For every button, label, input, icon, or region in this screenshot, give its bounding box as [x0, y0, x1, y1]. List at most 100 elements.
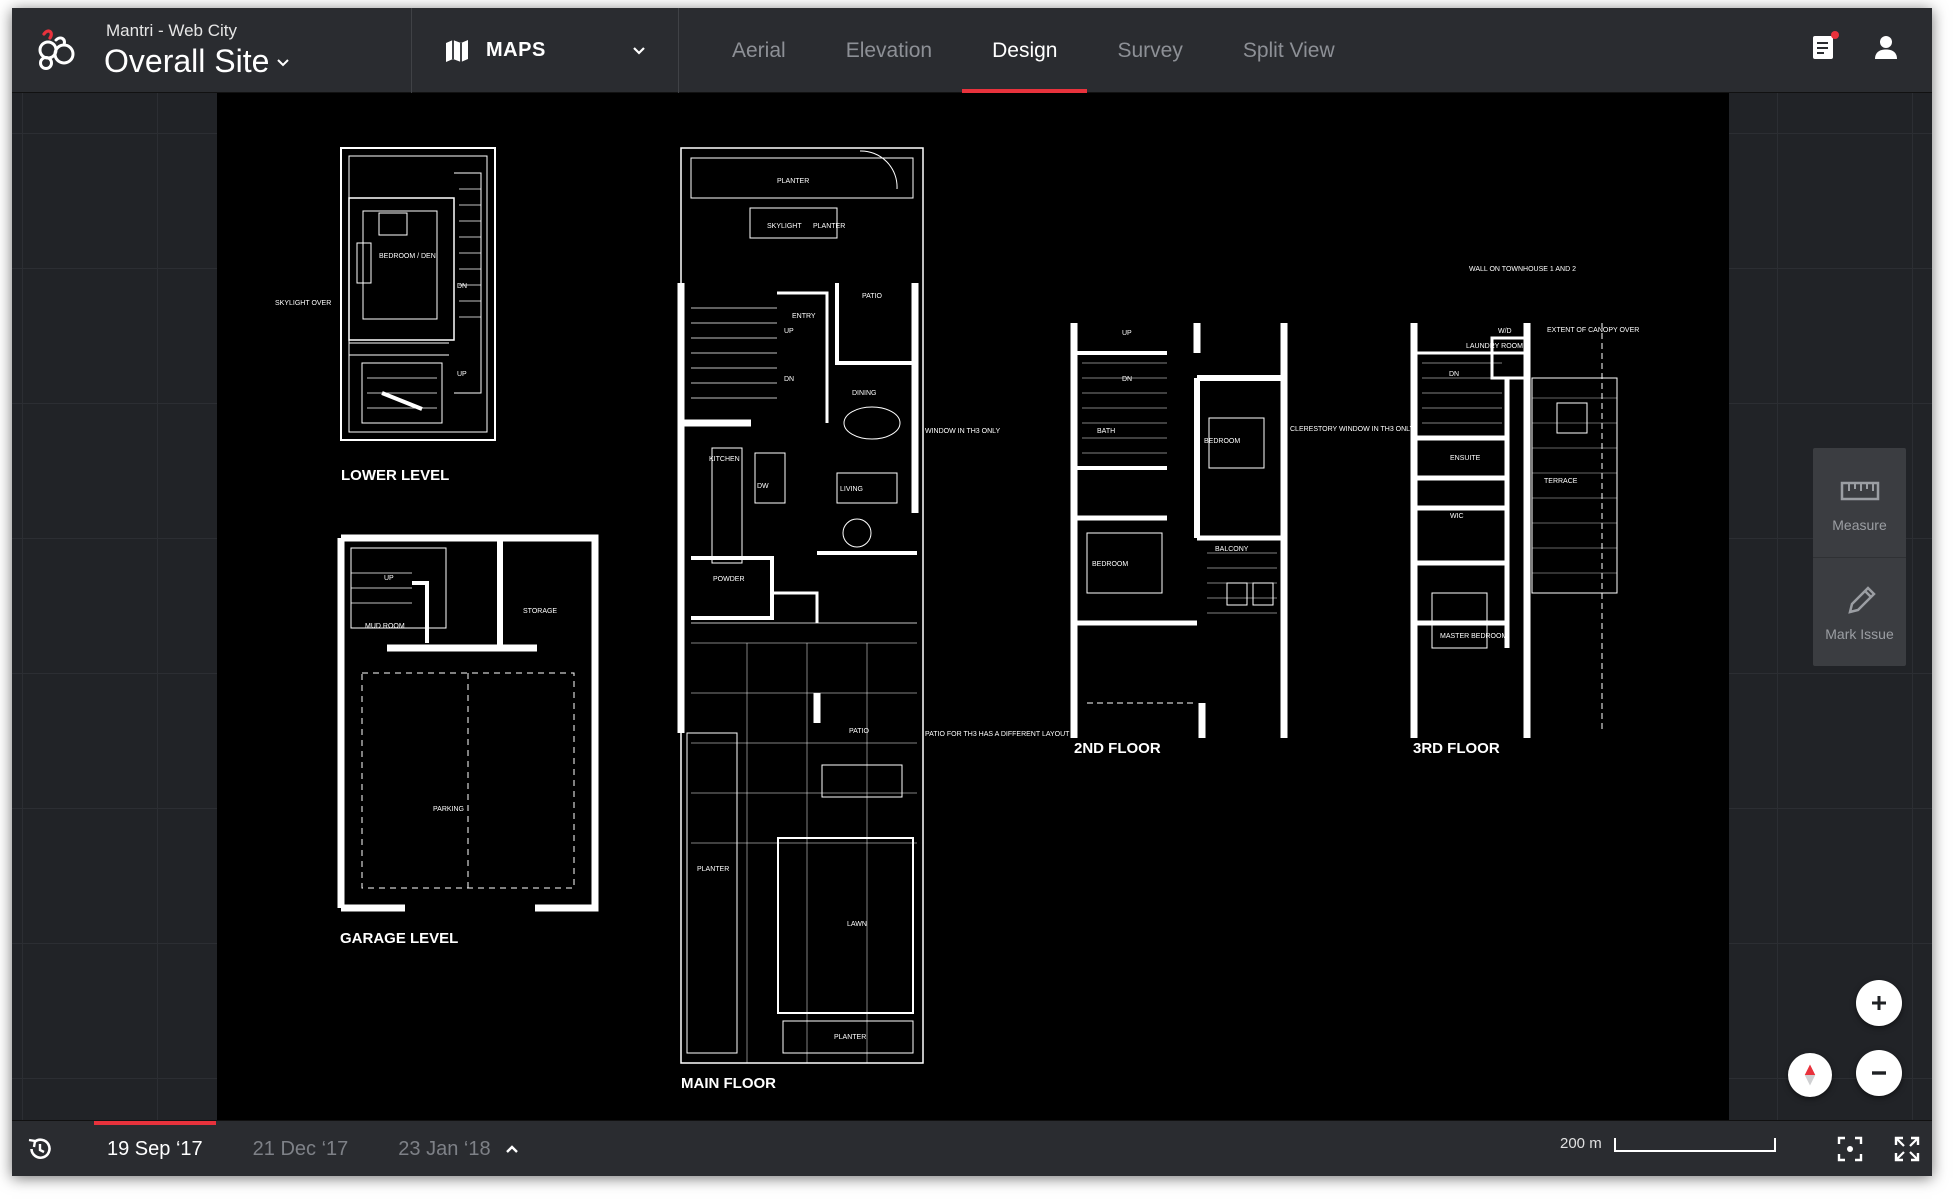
user-button[interactable] — [1870, 30, 1902, 64]
room-label: PATIO — [849, 728, 870, 735]
room-label: PLANTER — [813, 223, 845, 230]
compass-icon — [1804, 1064, 1816, 1086]
room-label: BATH — [1097, 428, 1115, 435]
floor-plan-sheet: LOWER LEVEL GARAGE LEVEL MAIN FLOOR 2ND … — [217, 93, 1729, 1120]
map-scale: 200 m — [1560, 1135, 1776, 1152]
room-label: PATIO — [862, 293, 883, 300]
room-label: KITCHEN — [709, 456, 740, 463]
measure-tool[interactable]: Measure — [1813, 448, 1906, 557]
view-tabs: Aerial Elevation Design Survey Split Vie… — [702, 8, 1365, 93]
map-type-dropdown[interactable]: MAPS — [412, 8, 679, 93]
mark-issue-tool-label: Mark Issue — [1825, 626, 1894, 642]
tab-design[interactable]: Design — [962, 8, 1088, 93]
stair-label: DN — [1122, 376, 1132, 383]
timeline-date[interactable]: 21 Dec ‘17 — [228, 1121, 374, 1176]
room-label: ENTRY — [792, 313, 816, 320]
tab-survey[interactable]: Survey — [1087, 8, 1212, 93]
room-label: WIC — [1450, 513, 1464, 520]
stair-label: DN — [1449, 371, 1459, 378]
stair-label: UP — [1122, 330, 1132, 337]
notification-dot — [1831, 31, 1839, 39]
app-window: Mantri - Web City Overall Site MAPS Aeri… — [12, 8, 1932, 1176]
map-type-label: MAPS — [486, 39, 546, 61]
chevron-up-icon[interactable] — [502, 1139, 522, 1159]
map-canvas[interactable]: LOWER LEVEL GARAGE LEVEL MAIN FLOOR 2ND … — [12, 93, 1932, 1120]
room-label: MUD ROOM — [365, 623, 405, 630]
tab-split-view[interactable]: Split View — [1213, 8, 1365, 93]
minus-icon — [1872, 1071, 1886, 1075]
second-floor-plan — [1070, 323, 1288, 738]
room-label: DW — [757, 483, 769, 490]
timeline: 19 Sep ‘17 21 Dec ‘17 23 Jan ‘18 — [82, 1121, 516, 1176]
main-floor-plan — [677, 147, 924, 1064]
focus-icon[interactable] — [1837, 1136, 1863, 1162]
room-label: PLANTER — [777, 178, 809, 185]
measure-tool-label: Measure — [1832, 516, 1887, 533]
room-label: LIVING — [840, 486, 863, 493]
room-label: BEDROOM — [1092, 561, 1128, 568]
scale-label: 200 m — [1560, 1135, 1602, 1152]
chevron-down-icon — [277, 58, 290, 66]
lower-level-plan — [340, 147, 496, 441]
note-label: PATIO FOR TH3 HAS A DIFFERENT LAYOUT — [925, 731, 1070, 738]
stair-label: UP — [384, 575, 394, 582]
floor-plan-drawing: LOWER LEVEL GARAGE LEVEL MAIN FLOOR 2ND … — [275, 147, 1639, 1092]
level-label-garage: GARAGE LEVEL — [340, 930, 458, 947]
timeline-date[interactable]: 19 Sep ‘17 — [82, 1121, 228, 1176]
mantri-logo-icon — [38, 29, 75, 70]
timeline-date[interactable]: 23 Jan ‘18 — [373, 1121, 515, 1176]
room-label: PARKING — [433, 806, 464, 813]
room-label: PLANTER — [697, 866, 729, 873]
note-label: WINDOW IN TH3 ONLY — [925, 428, 1001, 435]
level-label-third: 3RD FLOOR — [1413, 740, 1500, 757]
garage-level-plan — [337, 534, 599, 912]
room-label: ENSUITE — [1450, 455, 1481, 462]
project-switcher[interactable]: Mantri - Web City Overall Site — [12, 8, 412, 93]
level-label-lower: LOWER LEVEL — [341, 467, 449, 484]
note-label: WALL ON TOWNHOUSE 1 AND 2 — [1469, 266, 1576, 273]
site-title-label: Overall Site — [104, 43, 270, 79]
zoom-out-button[interactable] — [1856, 1050, 1902, 1096]
top-actions — [1808, 30, 1902, 64]
room-label: TERRACE — [1544, 478, 1578, 485]
stair-label: DN — [457, 283, 467, 290]
room-label: PLANTER — [834, 1034, 866, 1041]
room-label: W/D — [1498, 328, 1512, 335]
site-title[interactable]: Overall Site — [104, 43, 291, 80]
tab-aerial[interactable]: Aerial — [702, 8, 816, 93]
pencil-icon — [1847, 586, 1876, 614]
room-label: SKYLIGHT — [767, 223, 802, 230]
compass-button[interactable] — [1788, 1053, 1832, 1097]
level-label-main: MAIN FLOOR — [681, 1075, 776, 1092]
stair-label: DN — [784, 376, 794, 383]
map-icon — [446, 39, 468, 62]
top-bar: Mantri - Web City Overall Site MAPS Aeri… — [12, 8, 1932, 93]
chevron-down-icon — [633, 47, 645, 55]
note-label: EXTENT OF CANOPY OVER — [1547, 327, 1639, 334]
room-label: BEDROOM — [1204, 438, 1240, 445]
stair-label: UP — [457, 371, 467, 378]
third-floor-plan — [1410, 323, 1618, 738]
room-label: LAWN — [847, 921, 867, 928]
room-label: POWDER — [713, 576, 745, 583]
notes-button[interactable] — [1808, 30, 1840, 64]
room-label: BEDROOM / DEN — [379, 253, 436, 260]
bottom-bar: 19 Sep ‘17 21 Dec ‘17 23 Jan ‘18 200 m — [12, 1120, 1932, 1176]
tool-panel: Measure Mark Issue — [1813, 448, 1906, 666]
scale-bar — [1613, 1137, 1776, 1152]
note-label: CLERESTORY WINDOW IN TH3 ONLY — [1290, 426, 1415, 433]
room-label: LAUNDRY ROOM — [1466, 343, 1523, 350]
room-label: STORAGE — [523, 608, 557, 615]
fullscreen-icon[interactable] — [1894, 1136, 1920, 1162]
room-label: MASTER BEDROOM — [1440, 633, 1507, 640]
history-icon[interactable] — [26, 1135, 54, 1163]
user-icon — [1875, 36, 1897, 59]
mark-issue-tool[interactable]: Mark Issue — [1813, 557, 1906, 666]
ruler-icon — [1840, 481, 1879, 500]
room-label: BALCONY — [1215, 546, 1249, 553]
tab-elevation[interactable]: Elevation — [816, 8, 962, 93]
room-label: DINING — [852, 390, 877, 397]
zoom-in-button[interactable] — [1856, 980, 1902, 1026]
note-label: SKYLIGHT OVER — [275, 300, 331, 307]
project-name: Mantri - Web City — [106, 21, 237, 40]
